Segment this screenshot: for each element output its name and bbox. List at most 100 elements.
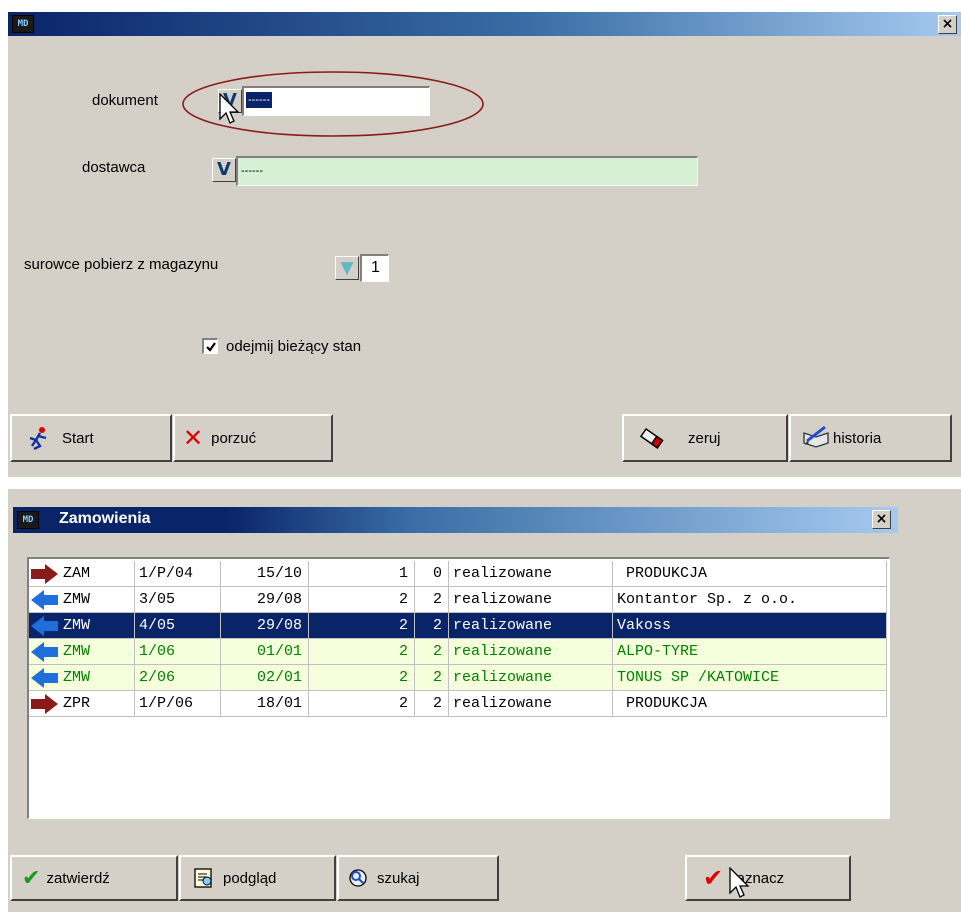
row-cell-type: ZAM bbox=[59, 561, 135, 586]
row-cell-status: realizowane bbox=[449, 665, 613, 690]
preview-icon bbox=[194, 868, 212, 888]
start-button[interactable]: Start bbox=[10, 414, 172, 462]
row-cell-a: 1 bbox=[309, 561, 415, 586]
row-cell-type: ZMW bbox=[59, 665, 135, 690]
table-row[interactable]: ZMW 1/06 01/01 2 2 realizowane ALPO-TYRE bbox=[29, 639, 887, 665]
table-row[interactable]: ZMW 3/05 29/08 2 2 realizowane Kontantor Sp. z… bbox=[29, 587, 887, 613]
eraser-icon bbox=[639, 427, 664, 449]
row-cell-num: 1/P/06 bbox=[135, 691, 221, 716]
arrow-right-icon bbox=[31, 694, 59, 714]
mouse-cursor-icon-2 bbox=[729, 867, 750, 898]
row-cell-date: 29/08 bbox=[221, 587, 309, 612]
row-cell-type: ZMW bbox=[59, 613, 135, 638]
row-cell-party: PRODUKCJA bbox=[613, 691, 887, 716]
odejmij-checkbox[interactable] bbox=[202, 338, 218, 354]
zeruj-button[interactable]: zeruj bbox=[622, 414, 788, 462]
row-cell-num: 1/06 bbox=[135, 639, 221, 664]
row-cell-party: TONUS SP /KATOWICE bbox=[613, 665, 887, 690]
orders-close-button[interactable]: × bbox=[872, 510, 891, 529]
row-cell-num: 1/P/04 bbox=[135, 561, 221, 586]
podglad-label: podgląd bbox=[223, 869, 277, 887]
row-cell-party: ALPO-TYRE bbox=[613, 639, 887, 664]
row-cell-a: 2 bbox=[309, 691, 415, 716]
main-title-bar: MD bbox=[8, 12, 961, 36]
row-cell-status: realizowane bbox=[449, 691, 613, 716]
row-cell-status: realizowane bbox=[449, 561, 613, 586]
row-cell-b: 0 bbox=[415, 561, 449, 586]
historia-button[interactable]: historia bbox=[789, 414, 952, 462]
dostawca-label: dostawca bbox=[82, 159, 146, 176]
porzuc-label: porzuć bbox=[211, 429, 257, 447]
magazyn-value: 1 bbox=[371, 259, 380, 276]
runner-icon bbox=[29, 427, 47, 450]
szukaj-button[interactable]: szukaj bbox=[337, 855, 499, 901]
magazyn-select-button[interactable]: ▼ bbox=[335, 256, 359, 280]
row-cell-b: 2 bbox=[415, 691, 449, 716]
row-cell-status: realizowane bbox=[449, 639, 613, 664]
mouse-cursor-icon bbox=[219, 93, 240, 124]
table-row[interactable]: ZMW 2/06 02/01 2 2 realizowane TONUS SP /KATOW… bbox=[29, 665, 887, 691]
search-icon bbox=[349, 869, 367, 887]
dokument-label: dokument bbox=[92, 92, 158, 109]
row-cell-a: 2 bbox=[309, 613, 415, 638]
row-cell-date: 01/01 bbox=[221, 639, 309, 664]
row-cell-type: ZMW bbox=[59, 587, 135, 612]
green-check-icon: ✔ bbox=[22, 865, 41, 891]
arrow-left-icon bbox=[31, 668, 59, 688]
row-cell-a: 2 bbox=[309, 639, 415, 664]
row-cell-party: Kontantor Sp. z o.o. bbox=[613, 587, 887, 612]
row-cell-num: 3/05 bbox=[135, 587, 221, 612]
row-cell-status: realizowane bbox=[449, 587, 613, 612]
orders-list[interactable]: ZAM 1/P/04 15/10 1 0 realizowane PRODUKCJA ZMW… bbox=[27, 557, 890, 819]
start-label: Start bbox=[62, 429, 94, 447]
row-cell-date: 18/01 bbox=[221, 691, 309, 716]
row-cell-num: 2/06 bbox=[135, 665, 221, 690]
row-cell-b: 2 bbox=[415, 587, 449, 612]
row-cell-a: 2 bbox=[309, 587, 415, 612]
zatwierdz-label: zatwierdź bbox=[46, 869, 110, 887]
dostawca-select-button[interactable]: V bbox=[212, 158, 236, 182]
arrow-left-icon bbox=[31, 642, 59, 662]
historia-label: historia bbox=[833, 429, 882, 447]
arrow-left-icon bbox=[31, 590, 59, 610]
surowce-label: surowce pobierz z magazynu bbox=[24, 256, 219, 273]
row-cell-party: PRODUKCJA bbox=[613, 561, 887, 586]
orders-title-bar: MD Zamowienia bbox=[13, 507, 898, 533]
table-row[interactable]: ZMW 4/05 29/08 2 2 realizowane Vakoss bbox=[29, 613, 887, 639]
magazyn-field[interactable]: 1 bbox=[360, 254, 389, 282]
row-cell-b: 2 bbox=[415, 665, 449, 690]
row-cell-status: realizowane bbox=[449, 613, 613, 638]
odejmij-label: odejmij bieżący stan bbox=[226, 338, 362, 355]
orders-rows: ZAM 1/P/04 15/10 1 0 realizowane PRODUKCJA ZMW… bbox=[29, 561, 887, 811]
row-cell-date: 02/01 bbox=[221, 665, 309, 690]
row-cell-b: 2 bbox=[415, 613, 449, 638]
zatwierdz-button[interactable]: ✔ zatwierdź bbox=[10, 855, 178, 901]
row-cell-date: 29/08 bbox=[221, 613, 309, 638]
row-cell-b: 2 bbox=[415, 639, 449, 664]
table-row[interactable]: ZAM 1/P/04 15/10 1 0 realizowane PRODUKCJA bbox=[29, 561, 887, 587]
table-row[interactable]: ZPR 1/P/06 18/01 2 2 realizowane PRODUKCJA bbox=[29, 691, 887, 717]
row-cell-type: ZMW bbox=[59, 639, 135, 664]
podglad-button[interactable]: podgląd bbox=[179, 855, 336, 901]
red-x-icon: ✕ bbox=[183, 424, 204, 452]
szukaj-label: szukaj bbox=[377, 869, 420, 887]
checkmark-icon bbox=[206, 342, 216, 352]
row-cell-a: 2 bbox=[309, 665, 415, 690]
zeruj-label: zeruj bbox=[688, 429, 721, 447]
row-cell-type: ZPR bbox=[59, 691, 135, 716]
orders-window: MD Zamowienia × ZAM 1/P/04 15/10 1 0 realizow… bbox=[8, 489, 961, 912]
arrow-left-icon bbox=[31, 616, 59, 636]
orders-title: Zamowienia bbox=[59, 510, 151, 527]
row-cell-date: 15/10 bbox=[221, 561, 309, 586]
zaznacz-button[interactable]: ✔ zaznacz bbox=[685, 855, 851, 901]
app-logo-icon: MD bbox=[12, 15, 34, 33]
dostawca-value: ------ bbox=[241, 165, 263, 177]
orders-app-icon: MD bbox=[17, 511, 39, 529]
row-cell-num: 4/05 bbox=[135, 613, 221, 638]
porzuc-button[interactable]: ✕ porzuć bbox=[173, 414, 333, 462]
main-close-button[interactable]: × bbox=[938, 15, 957, 34]
row-cell-party: Vakoss bbox=[613, 613, 887, 638]
book-pen-icon bbox=[803, 425, 829, 448]
dostawca-field[interactable]: ------ bbox=[236, 156, 698, 186]
arrow-right-icon bbox=[31, 564, 59, 584]
